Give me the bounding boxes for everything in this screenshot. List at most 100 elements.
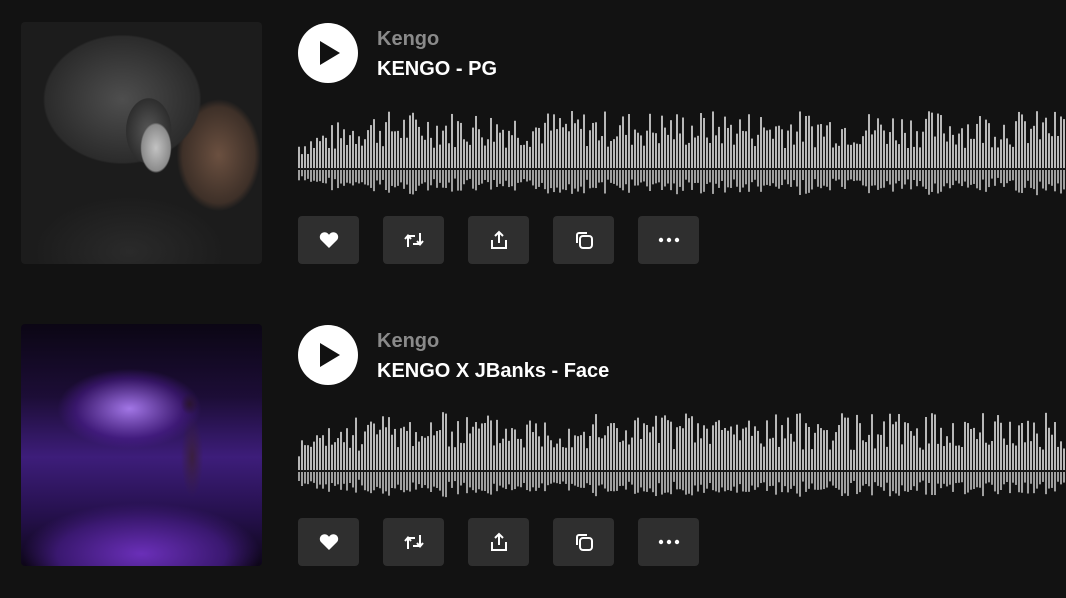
- waveform-bar: [994, 136, 996, 168]
- waveform-bar-reflection: [610, 170, 612, 183]
- like-button[interactable]: [298, 216, 359, 264]
- waveform-bar: [550, 130, 552, 168]
- waveform-bar: [412, 112, 414, 168]
- waveform-bar-reflection: [916, 472, 918, 491]
- waveform-bar-reflection: [316, 472, 318, 489]
- waveform-bar-reflection: [979, 170, 981, 191]
- waveform-bar: [754, 426, 756, 470]
- waveform-bar: [637, 417, 639, 470]
- waveform[interactable]: [298, 106, 1066, 198]
- track-title[interactable]: KENGO X JBanks - Face: [377, 360, 609, 383]
- share-button[interactable]: [468, 518, 529, 566]
- waveform-bar-reflection: [955, 472, 957, 484]
- like-button[interactable]: [298, 518, 359, 566]
- copy-button[interactable]: [553, 216, 614, 264]
- waveform-bar: [700, 438, 702, 470]
- waveform-bar: [409, 115, 411, 168]
- waveform-bar-reflection: [730, 472, 732, 491]
- play-button[interactable]: [298, 325, 358, 385]
- repost-button[interactable]: [383, 216, 444, 264]
- waveform-bar: [712, 111, 714, 168]
- track-artwork[interactable]: [21, 324, 262, 566]
- waveform-bar-reflection: [613, 170, 615, 184]
- waveform-bar-reflection: [340, 472, 342, 490]
- waveform-bar-reflection: [439, 170, 441, 183]
- waveform-bar-reflection: [421, 170, 423, 184]
- waveform-bar-reflection: [625, 170, 627, 185]
- waveform-bar: [556, 129, 558, 168]
- waveform-bar: [862, 440, 864, 470]
- waveform-bar-reflection: [859, 472, 861, 493]
- waveform-bar: [1009, 421, 1011, 470]
- waveform-bar-reflection: [1045, 472, 1047, 495]
- waveform-bar-reflection: [511, 472, 513, 491]
- waveform-bar: [442, 412, 444, 470]
- waveform-bar: [979, 432, 981, 470]
- waveform[interactable]: [298, 408, 1066, 500]
- waveform-bar-reflection: [904, 472, 906, 492]
- waveform-bar: [877, 118, 879, 168]
- waveform-baseline: [298, 168, 1066, 170]
- waveform-bar-reflection: [724, 170, 726, 193]
- waveform-bar: [613, 139, 615, 168]
- waveform-bar: [934, 136, 936, 168]
- waveform-bar-reflection: [817, 472, 819, 490]
- waveform-bar: [436, 125, 438, 168]
- waveform-bar: [625, 134, 627, 168]
- waveform-bar-reflection: [670, 170, 672, 191]
- more-button[interactable]: [638, 216, 699, 264]
- waveform-bar: [496, 124, 498, 168]
- waveform-bar-reflection: [694, 472, 696, 486]
- waveform-bar-reflection: [970, 472, 972, 490]
- waveform-bar-reflection: [814, 170, 816, 180]
- waveform-bar: [1039, 446, 1041, 470]
- waveform-bar-reflection: [685, 170, 687, 180]
- waveform-bar-reflection: [526, 472, 528, 491]
- track-title[interactable]: KENGO - PG: [377, 58, 497, 81]
- waveform-bar: [796, 413, 798, 470]
- waveform-bar-reflection: [472, 472, 474, 491]
- waveform-bar: [799, 111, 801, 168]
- waveform-bar-reflection: [748, 170, 750, 192]
- waveform-bar: [859, 144, 861, 168]
- waveform-bar: [739, 119, 741, 168]
- share-button[interactable]: [468, 216, 529, 264]
- waveform-bar-reflection: [820, 170, 822, 189]
- waveform-bar: [514, 120, 516, 168]
- waveform-bar: [634, 420, 636, 470]
- waveform-bar: [910, 431, 912, 470]
- waveform-bar-reflection: [466, 170, 468, 181]
- waveform-bar: [697, 135, 699, 168]
- waveform-bar: [496, 419, 498, 470]
- waveform-bar-reflection: [829, 472, 831, 482]
- waveform-bar: [892, 118, 894, 168]
- waveform-bar-reflection: [793, 472, 795, 486]
- track-artist[interactable]: Kengo: [377, 28, 439, 51]
- waveform-bar-reflection: [568, 170, 570, 185]
- waveform-bar-reflection: [631, 170, 633, 180]
- waveform-bar: [397, 130, 399, 168]
- waveform-bar-reflection: [454, 472, 456, 482]
- waveform-bar-reflection: [982, 472, 984, 497]
- waveform-bar-reflection: [733, 170, 735, 180]
- more-button[interactable]: [638, 518, 699, 566]
- waveform-bar: [313, 147, 315, 168]
- waveform-bar: [1063, 448, 1065, 470]
- waveform-bar: [583, 431, 585, 470]
- waveform-bar: [919, 447, 921, 470]
- waveform-bar: [727, 430, 729, 470]
- track-artwork[interactable]: [21, 22, 262, 264]
- waveform-bar: [1027, 420, 1029, 470]
- waveform-bar-reflection: [388, 472, 390, 496]
- waveform-bar: [901, 119, 903, 168]
- waveform-bar: [880, 434, 882, 470]
- waveform-bar: [826, 125, 828, 168]
- track-artist[interactable]: Kengo: [377, 330, 439, 353]
- track-item: Kengo KENGO X JBanks - Face: [0, 324, 1066, 566]
- play-button[interactable]: [298, 23, 358, 83]
- waveform-bar: [841, 129, 843, 168]
- repost-button[interactable]: [383, 518, 444, 566]
- waveform-bar-reflection: [475, 170, 477, 191]
- copy-button[interactable]: [553, 518, 614, 566]
- waveform-bar-reflection: [508, 170, 510, 188]
